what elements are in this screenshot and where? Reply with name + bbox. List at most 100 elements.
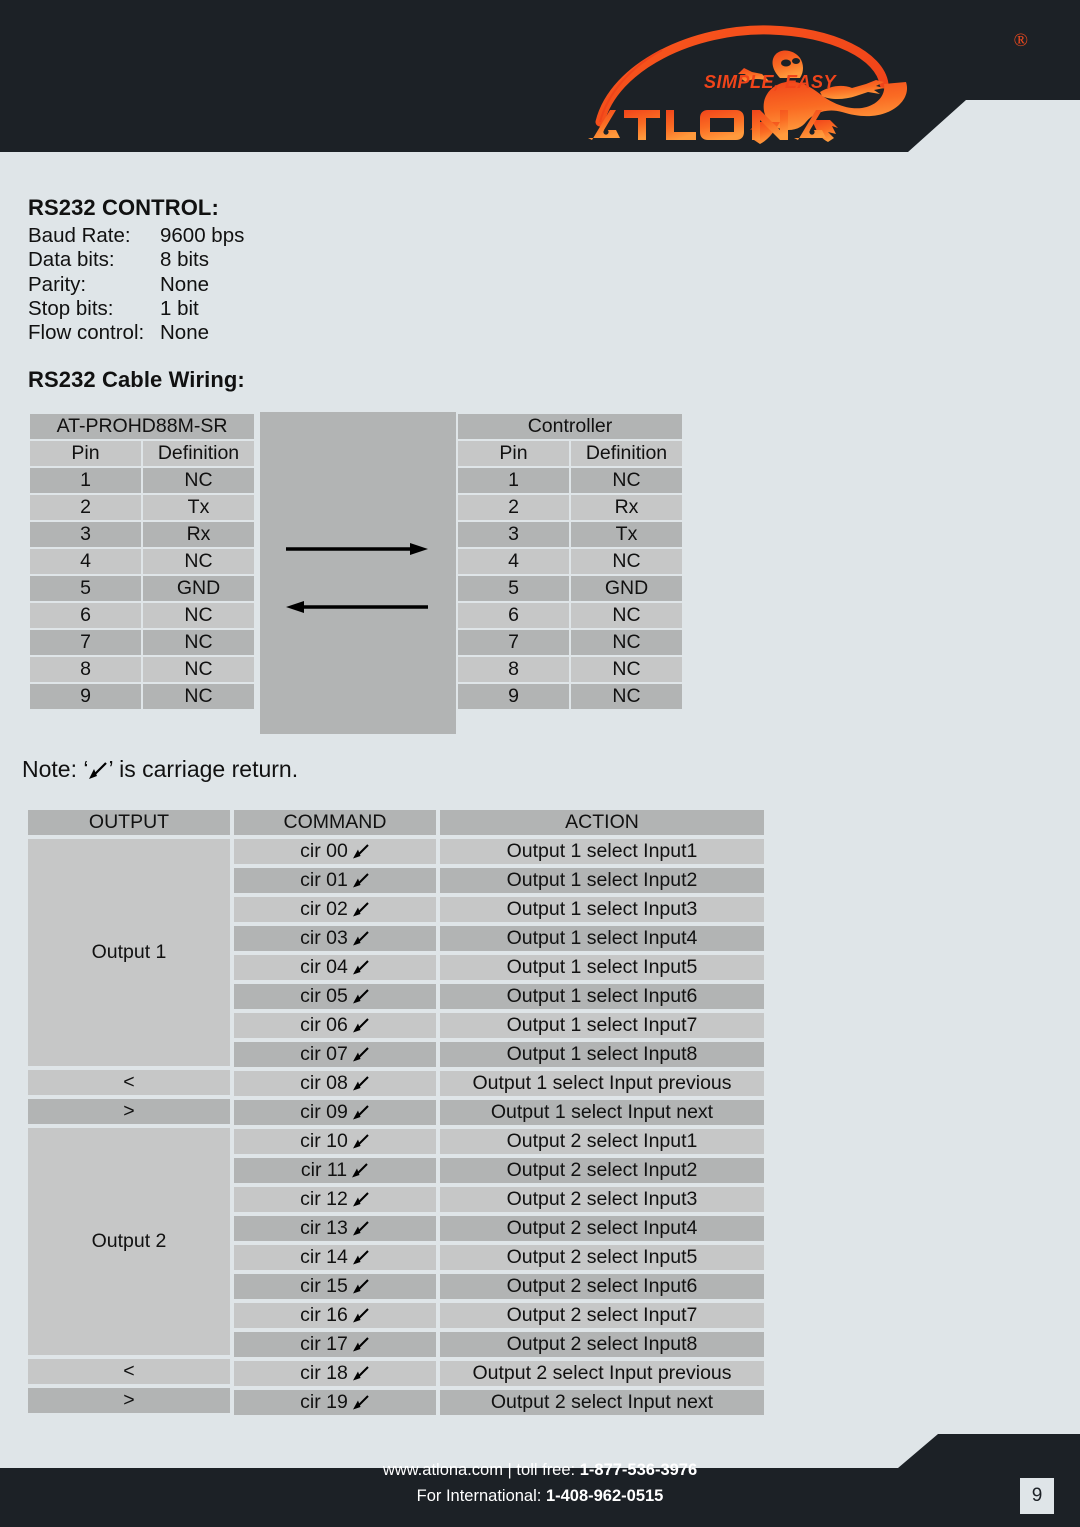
action-cell: Output 2 select Input6 (440, 1274, 764, 1299)
command-text: cir 19 (300, 1391, 348, 1413)
spec-row: Stop bits: 1 bit (28, 297, 244, 321)
pin-definition: NC (143, 549, 254, 574)
footer-international-label: For International: (416, 1487, 546, 1505)
action-cell: Output 2 select Input7 (440, 1303, 764, 1328)
carriage-return-icon (352, 1015, 370, 1033)
spec-row: Flow control: None (28, 321, 244, 345)
carriage-return-icon (352, 957, 370, 975)
action-cell: Output 1 select Input5 (440, 955, 764, 980)
command-cell: cir 12 (234, 1187, 436, 1212)
carriage-return-icon (352, 1247, 370, 1265)
command-cell: cir 08 (234, 1071, 436, 1096)
command-cell: cir 10 (234, 1129, 436, 1154)
action-cell: Output 1 select Input previous (440, 1071, 764, 1096)
wiring-cable-area (260, 412, 456, 734)
spec-value: 8 bits (160, 248, 209, 272)
action-cell: Output 1 select Input2 (440, 868, 764, 893)
carriage-return-icon (351, 1160, 369, 1178)
pin-definition: Rx (571, 495, 682, 520)
pin-number: 9 (458, 684, 569, 709)
action-cell: Output 1 select Input8 (440, 1042, 764, 1067)
spec-value: 1 bit (160, 296, 199, 320)
carriage-return-icon (352, 986, 370, 1004)
footer-line-1: www.atlona.com | toll free: 1-877-536-39… (0, 1457, 1080, 1483)
command-cell: cir 15 (234, 1274, 436, 1299)
pin-definition: Rx (143, 522, 254, 547)
carriage-return-icon (352, 1102, 370, 1120)
spec-label: Baud Rate: (28, 224, 131, 247)
action-cell: Output 1 select Input1 (440, 839, 764, 864)
pin-number: 8 (30, 657, 141, 682)
atlona-logo: SIMPLE, EASY (584, 22, 984, 147)
command-cell: cir 07 (234, 1042, 436, 1067)
wiring-table-device: AT-PROHD88M-SR Pin Definition 1 NC 2 Tx 3 Rx 4 NC 5… (28, 412, 256, 711)
carriage-return-icon (352, 928, 370, 946)
controller-table-row: 5 GND (458, 576, 682, 601)
command-table-output-column: OUTPUT Output 1 < > Output 2 < > (28, 810, 230, 1417)
footer-contact-info: www.atlona.com | toll free: 1-877-536-39… (0, 1457, 1080, 1509)
pin-definition: NC (571, 549, 682, 574)
pin-number: 7 (458, 630, 569, 655)
controller-table-row: 1 NC (458, 468, 682, 493)
pin-number: 5 (458, 576, 569, 601)
carriage-return-icon (352, 1044, 370, 1062)
command-cell: cir 01 (234, 868, 436, 893)
command-table-command-column: COMMAND cir 00 cir 01 cir 02 cir 03 cir 04 cir… (234, 810, 436, 1419)
output-nav-label: > (28, 1388, 230, 1413)
carriage-return-icon (352, 1276, 370, 1294)
carriage-return-icon (352, 1363, 370, 1381)
pin-definition: GND (143, 576, 254, 601)
command-text: cir 12 (300, 1188, 348, 1210)
note-prefix: Note: ‘ (22, 756, 89, 782)
device-table-row: 4 NC (30, 549, 254, 574)
command-table-header-output: OUTPUT (28, 810, 230, 835)
command-text: cir 03 (300, 927, 348, 949)
footer-international-number: 1-408-962-0515 (545, 1487, 664, 1505)
pin-number: 9 (30, 684, 141, 709)
output-nav-label: < (28, 1359, 230, 1384)
command-text: cir 06 (300, 1014, 348, 1036)
spec-label: Stop bits: (28, 296, 114, 320)
carriage-return-icon (352, 870, 370, 888)
command-cell: cir 03 (234, 926, 436, 951)
action-cell: Output 2 select Input3 (440, 1187, 764, 1212)
pin-definition: NC (571, 603, 682, 628)
rs232-wiring-heading: RS232 Cable Wiring: (28, 367, 245, 392)
carriage-return-icon (352, 1189, 370, 1207)
command-text: cir 07 (300, 1043, 348, 1065)
carriage-return-icon (352, 841, 370, 859)
pin-definition: NC (571, 684, 682, 709)
pin-definition: NC (143, 468, 254, 493)
pin-definition: NC (571, 630, 682, 655)
footer-line-2: For International: 1-408-962-0515 (0, 1483, 1080, 1509)
note-suffix: ’ is carriage return. (108, 756, 299, 782)
command-cell: cir 05 (234, 984, 436, 1009)
command-text: cir 17 (300, 1333, 348, 1355)
command-cell: cir 13 (234, 1216, 436, 1241)
carriage-return-icon (352, 1131, 370, 1149)
command-cell: cir 02 (234, 897, 436, 922)
pin-number: 6 (30, 603, 141, 628)
command-text: cir 01 (300, 869, 348, 891)
command-text: cir 14 (300, 1246, 348, 1268)
controller-table-col-pin: Pin (458, 441, 569, 466)
rs232-spec-list: Baud Rate: 9600 bps Data bits: 8 bits Parity… (28, 224, 244, 345)
action-cell: Output 1 select Input7 (440, 1013, 764, 1038)
registered-trademark-icon: ® (1013, 30, 1028, 51)
carriage-return-icon (352, 1218, 370, 1236)
command-cell: cir 00 (234, 839, 436, 864)
pin-definition: NC (571, 657, 682, 682)
command-text: cir 00 (300, 840, 348, 862)
action-cell: Output 2 select Input8 (440, 1332, 764, 1357)
pin-definition: Tx (571, 522, 682, 547)
pin-definition: NC (143, 657, 254, 682)
pin-number: 5 (30, 576, 141, 601)
action-cell: Output 1 select Input6 (440, 984, 764, 1009)
command-text: cir 15 (300, 1275, 348, 1297)
command-text: cir 16 (300, 1304, 348, 1326)
device-table-row: 3 Rx (30, 522, 254, 547)
command-text: cir 04 (300, 956, 348, 978)
pin-number: 4 (458, 549, 569, 574)
spec-value: None (160, 321, 210, 345)
device-table-row: 8 NC (30, 657, 254, 682)
